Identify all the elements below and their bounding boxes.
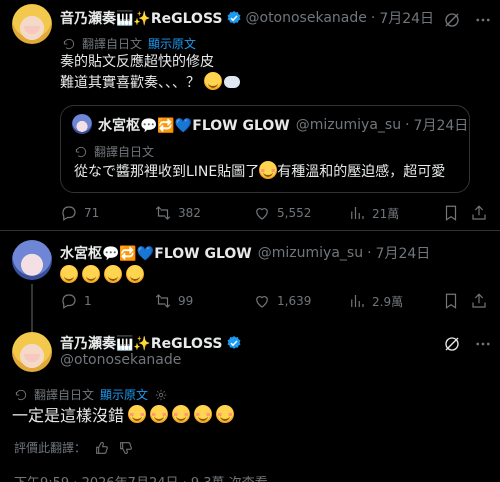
bookmark-icon[interactable]: [442, 204, 460, 222]
like-button[interactable]: 5,552: [253, 204, 311, 222]
translate-label: 翻譯自日文: [94, 145, 155, 159]
thinking-emoji: [60, 265, 78, 283]
views-button[interactable]: 2.9萬: [348, 292, 403, 310]
translate-label: 翻譯自日文: [82, 37, 143, 51]
repost-count: 99: [178, 294, 194, 308]
thinking-emoji: [204, 72, 223, 90]
translate-icon: [63, 38, 75, 49]
verified-badge-icon: [227, 11, 240, 24]
separator: ·: [370, 10, 376, 26]
reply-icon: [62, 294, 76, 309]
avatar[interactable]: [12, 240, 52, 280]
share-icon[interactable]: [470, 292, 488, 310]
thumbs-up-icon[interactable]: [94, 440, 110, 456]
avatar: [72, 114, 92, 134]
rate-translation: 評價此翻譯：: [14, 439, 134, 456]
quote-text: 從なで醬那裡收到LINE貼圖了 有種溫和的壓迫感，超可愛: [74, 161, 445, 182]
views-icon: [351, 295, 364, 307]
post-text: 奏的貼文反應超快的修皮 難道其實喜歡奏、、、？: [60, 52, 241, 93]
view-count: 2.9萬: [372, 294, 404, 309]
display-name[interactable]: 音乃瀬奏🎹✨ReGLOSS: [60, 8, 223, 28]
views-icon: [351, 207, 364, 219]
post-text-content: 一定是這樣沒錯: [12, 406, 125, 425]
translation-info: 翻譯自日文 顯示原文: [14, 386, 168, 403]
timestamp[interactable]: 7月24日: [379, 8, 434, 28]
like-icon: [256, 208, 268, 220]
rate-label: 評價此翻譯：: [14, 441, 87, 455]
post-text: 一定是這樣沒錯: [12, 402, 235, 426]
views-button[interactable]: 21萬: [348, 204, 399, 222]
blush-emoji: [128, 405, 147, 423]
timestamp: 7月24日: [413, 118, 469, 134]
view-count: 21萬: [372, 206, 400, 221]
separator: ·: [367, 245, 372, 261]
like-icon: [256, 296, 268, 308]
show-original-link[interactable]: 顯示原文: [148, 35, 196, 52]
handle: @mizumiya_su: [295, 117, 402, 133]
repost-icon: [155, 294, 171, 308]
handle[interactable]: @otonosekanade: [60, 352, 181, 368]
reply-button[interactable]: 71: [60, 204, 99, 222]
display-name[interactable]: 水宮枢💬🔁💙FLOW GLOW: [60, 243, 252, 263]
share-icon[interactable]: [470, 204, 488, 222]
post-header: 音乃瀬奏🎹✨ReGLOSS: [60, 333, 242, 353]
post-footer: 下午9:59 · 2026年7月24日 · 9.3萬 次查看: [14, 472, 268, 482]
thread-line: [31, 284, 33, 334]
thinking-emoji: [126, 265, 144, 283]
reply-button[interactable]: 1: [60, 292, 92, 310]
blush-emoji: [150, 405, 169, 423]
bookmark-icon[interactable]: [442, 292, 460, 310]
like-button[interactable]: 1,639: [253, 292, 311, 310]
blush-emoji: [216, 405, 235, 423]
repost-icon: [155, 206, 171, 220]
grok-slash-icon[interactable]: [443, 335, 461, 353]
post-text-line: 難道其實喜歡奏、、、？: [60, 75, 200, 91]
repost-button[interactable]: 99: [154, 292, 193, 310]
display-name: 水宮枢💬🔁💙FLOW GLOW: [98, 118, 290, 134]
timestamp[interactable]: 7月24日: [376, 243, 431, 263]
thought-balloon-emoji: [224, 76, 241, 88]
translate-icon: [75, 146, 87, 157]
post-header: 音乃瀬奏🎹✨ReGLOSS @otonosekanade · 7月24日: [60, 8, 434, 28]
separator: ·: [405, 117, 410, 133]
blush-emoji: [194, 405, 213, 423]
thumbs-down-icon[interactable]: [118, 440, 134, 456]
divider: [0, 230, 500, 231]
thinking-emoji: [82, 265, 100, 283]
handle[interactable]: @otonosekanade: [246, 10, 367, 26]
quote-text-part: 從なで醬那裡收到LINE貼圖了: [74, 164, 260, 180]
post-text-line: 奏的貼文反應超快的修皮: [60, 54, 214, 70]
show-original-link[interactable]: 顯示原文: [100, 386, 148, 403]
avatar[interactable]: [12, 4, 52, 44]
like-count: 1,639: [277, 294, 312, 308]
translation-info: 翻譯自日文: [74, 143, 154, 160]
handle[interactable]: @mizumiya_su: [258, 245, 363, 261]
more-dots-icon[interactable]: [474, 335, 492, 353]
reply-count: 71: [84, 206, 100, 220]
translate-label: 翻譯自日文: [34, 388, 95, 402]
grok-slash-icon[interactable]: [443, 11, 461, 29]
quote-header: 水宮枢💬🔁💙FLOW GLOW @mizumiya_su · 7月24日: [98, 115, 468, 135]
reply-icon: [62, 206, 76, 221]
display-name[interactable]: 音乃瀬奏🎹✨ReGLOSS: [60, 333, 223, 353]
repost-button[interactable]: 382: [154, 204, 201, 222]
blush-emoji: [172, 405, 191, 423]
translation-info: 翻譯自日文 顯示原文: [62, 35, 196, 52]
post-header: 水宮枢💬🔁💙FLOW GLOW @mizumiya_su · 7月24日: [60, 243, 430, 263]
avatar[interactable]: [12, 332, 52, 372]
repost-count: 382: [178, 206, 201, 220]
like-count: 5,552: [277, 206, 312, 220]
post-text: [60, 265, 144, 283]
translate-icon: [15, 389, 27, 400]
thinking-emoji: [104, 265, 122, 283]
blush-emoji: [259, 161, 278, 179]
settings-gear-icon[interactable]: [154, 388, 168, 402]
reply-count: 1: [84, 294, 92, 308]
quote-text-part: 有種溫和的壓迫感，超可愛: [277, 164, 446, 180]
more-dots-icon[interactable]: [474, 11, 492, 29]
verified-badge-icon: [227, 336, 240, 349]
